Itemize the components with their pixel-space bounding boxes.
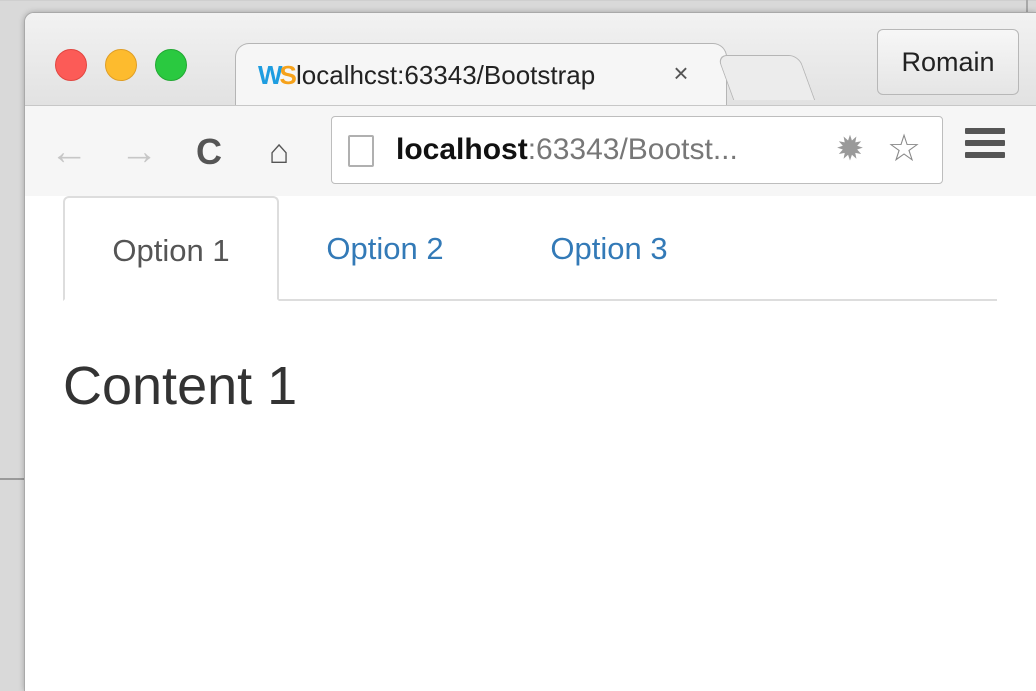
back-arrow-icon[interactable]: ← bbox=[47, 130, 91, 174]
hamburger-menu-icon[interactable] bbox=[965, 128, 1009, 172]
nav-tabs: Option 1 Option 2 Option 3 bbox=[63, 196, 997, 301]
reload-icon[interactable]: C bbox=[187, 130, 231, 174]
close-window-button[interactable] bbox=[55, 49, 87, 81]
profile-button[interactable]: Romain bbox=[877, 29, 1019, 95]
webstorm-favicon-icon: WS bbox=[258, 60, 297, 90]
title-bar: WS localhcst:63343/Bootstrap × Romain bbox=[25, 13, 1036, 108]
tab-option-1[interactable]: Option 1 bbox=[63, 196, 279, 301]
bookmark-star-icon[interactable]: ☆ bbox=[884, 129, 924, 169]
address-bar[interactable]: localhost:63343/Bootst... ✹ ☆ bbox=[331, 116, 943, 184]
page-content: Option 1 Option 2 Option 3 Content 1 bbox=[25, 196, 1036, 691]
content-heading: Content 1 bbox=[63, 356, 298, 416]
tab-option-2[interactable]: Option 2 bbox=[295, 196, 475, 299]
close-tab-icon[interactable]: × bbox=[666, 58, 696, 88]
minimize-window-button[interactable] bbox=[105, 49, 137, 81]
url-path: :63343/Bootst... bbox=[527, 133, 738, 166]
new-tab-button[interactable] bbox=[716, 55, 816, 100]
browser-tab-active[interactable]: WS localhcst:63343/Bootstrap × bbox=[235, 43, 727, 108]
home-icon[interactable]: ⌂ bbox=[257, 130, 301, 174]
browser-window: WS localhcst:63343/Bootstrap × Romain ← … bbox=[24, 12, 1036, 691]
tab-option-3[interactable]: Option 3 bbox=[511, 196, 707, 299]
tab-title: localhcst:63343/Bootstrap bbox=[296, 60, 596, 90]
extension-icon[interactable]: ✹ bbox=[832, 131, 868, 167]
desktop-divider bbox=[0, 478, 24, 480]
url-text[interactable]: localhost:63343/Bootst... bbox=[396, 133, 816, 167]
browser-toolbar: ← → C ⌂ localhost:63343/Bootst... ✹ ☆ bbox=[25, 105, 1036, 197]
page-icon bbox=[348, 135, 374, 167]
forward-arrow-icon[interactable]: → bbox=[117, 130, 161, 174]
url-host: localhost bbox=[396, 133, 528, 166]
desktop-edge bbox=[0, 0, 1036, 1]
zoom-window-button[interactable] bbox=[155, 49, 187, 81]
